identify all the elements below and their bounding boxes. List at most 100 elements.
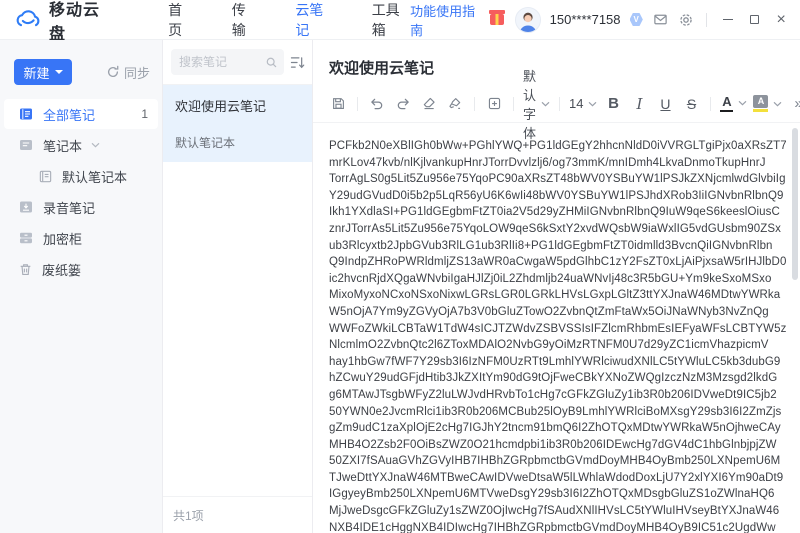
sidebar-actions: 新建 同步 bbox=[0, 59, 162, 85]
chevron-down-icon bbox=[773, 101, 782, 107]
vip-badge-icon[interactable]: V bbox=[630, 13, 643, 26]
note-body-line: TJweDttYXJnaW46MTBweCAwIDVweDtsaW5lLWhla… bbox=[329, 470, 786, 487]
notebook-icon bbox=[18, 137, 34, 153]
note-title[interactable]: 欢迎使用云笔记 bbox=[313, 40, 800, 78]
divider bbox=[710, 97, 711, 111]
chevron-down-icon bbox=[91, 142, 100, 148]
note-body-line: MixoMyxoNCxoNSxoNixwLGRsLGR0LGRkLHVsLGxp… bbox=[329, 287, 786, 304]
note-body-line: 50ZXI7fSAuaGVhZGVyIHB7IHBhZGRpbmctbGVmdD… bbox=[329, 453, 786, 470]
all-notes-icon bbox=[18, 106, 34, 122]
nav-cloud-notes[interactable]: 云笔记 bbox=[295, 0, 333, 40]
text-color-icon: A bbox=[720, 95, 733, 113]
strikethrough-button[interactable]: S bbox=[678, 92, 704, 116]
chevron-down-icon bbox=[588, 101, 597, 107]
redo-icon[interactable] bbox=[390, 92, 416, 116]
search-input[interactable] bbox=[179, 55, 265, 69]
undo-icon[interactable] bbox=[364, 92, 390, 116]
note-count-footer: 共1项 bbox=[163, 496, 312, 533]
bold-button[interactable]: B bbox=[600, 92, 626, 116]
editor-panel: 欢迎使用云笔记 bbox=[313, 40, 800, 533]
maximize-button[interactable] bbox=[745, 10, 763, 30]
note-body-line: ic2hvcnRjdXQgaWNvbiIgaHJlZj0iL2Zhdmljb24… bbox=[329, 271, 786, 288]
search-icon[interactable] bbox=[265, 56, 278, 69]
sidebar-item-safe-box[interactable]: 加密柜 bbox=[4, 223, 158, 253]
note-body-line: MHB4O2Zsb2F0OiBsZWZ0O21hcmdpbi1ib3R0b206… bbox=[329, 437, 786, 454]
sidebar-item-label: 加密柜 bbox=[43, 229, 82, 248]
note-body-line: hZCwuY29udGFjdHtib3JkZXItYm90dG9tOjFweCB… bbox=[329, 370, 786, 387]
divider bbox=[357, 97, 358, 111]
nav-toolbox[interactable]: 工具箱 bbox=[372, 0, 410, 40]
safe-box-icon bbox=[18, 230, 34, 246]
nav-home[interactable]: 首页 bbox=[168, 0, 194, 40]
note-body[interactable]: PCFkb2N0eXBlIGh0bWw+PGhlYWQ+PG1ldGEgY2hh… bbox=[313, 123, 800, 533]
sidebar-item-notebooks[interactable]: 笔记本 bbox=[4, 130, 158, 160]
sidebar-item-label: 默认笔记本 bbox=[62, 167, 127, 186]
sidebar-item-label: 废纸篓 bbox=[42, 260, 81, 279]
divider bbox=[513, 97, 514, 111]
more-tools-icon[interactable]: » bbox=[785, 92, 800, 116]
note-body-line: W5nOjA7Ym9yZGVyOjA7b3V0bGluZTowO2ZvbnQtZ… bbox=[329, 304, 786, 321]
sync-button[interactable]: 同步 bbox=[106, 63, 150, 82]
minimize-button[interactable] bbox=[719, 10, 737, 30]
divider bbox=[706, 13, 707, 27]
save-icon[interactable] bbox=[325, 92, 351, 116]
chevron-down-icon bbox=[738, 100, 747, 106]
mail-icon[interactable] bbox=[652, 12, 669, 27]
note-item-title: 欢迎使用云笔记 bbox=[175, 96, 300, 115]
sort-icon[interactable] bbox=[290, 56, 305, 69]
trash-icon bbox=[18, 262, 33, 277]
note-body-line: g6MTAwJTsgbWFyZ2luLWJvdHRvbTo1cHg7cGFkZG… bbox=[329, 387, 786, 404]
cloud-logo-icon bbox=[14, 9, 42, 30]
note-body-line: NXB4IDE1cHggNXB4IDIwcHg7IHBhZGRpbmctbGVm… bbox=[329, 520, 786, 533]
note-body-line: PCFkb2N0eXBlIGh0bWw+PGhlYWQ+PG1ldGEgY2hh… bbox=[329, 138, 786, 155]
settings-gear-icon[interactable] bbox=[678, 12, 694, 28]
main-nav: 首页 传输 云笔记 工具箱 bbox=[168, 0, 410, 40]
divider bbox=[474, 97, 475, 111]
note-body-line: hay1hbGw7fWF7Y29sb3I6IzNFM0UzRTt9LmhlYWR… bbox=[329, 354, 786, 371]
clear-format-icon[interactable] bbox=[442, 92, 468, 116]
sidebar-item-voice-notes[interactable]: 录音笔记 bbox=[4, 192, 158, 222]
sidebar-item-default-notebook[interactable]: 默认笔记本 bbox=[4, 161, 158, 191]
font-size-select[interactable]: 14 bbox=[566, 96, 600, 111]
sidebar-item-label: 笔记本 bbox=[43, 136, 82, 155]
note-body-line: WWFoZWkiLCBTaW1TdW4sICJTZWdvZSBVSSIsIFZl… bbox=[329, 321, 786, 338]
italic-button[interactable]: I bbox=[626, 92, 652, 116]
insert-icon[interactable] bbox=[481, 92, 507, 116]
note-list-header bbox=[163, 40, 312, 85]
note-list-item[interactable]: 欢迎使用云笔记 默认笔记本 bbox=[163, 85, 312, 162]
app-logo[interactable]: 移动云盘 bbox=[14, 0, 112, 44]
divider bbox=[559, 97, 560, 111]
note-body-line: TorrAgLS0g5Lit5Zu956e75YqoPC90aXRsZT48bW… bbox=[329, 171, 786, 188]
note-body-line: MjJweDsgcGFkZGluZy1sZWZ0OjIwcHg7fSAudXNl… bbox=[329, 503, 786, 520]
new-note-label: 新建 bbox=[23, 63, 49, 82]
sidebar-item-all-notes[interactable]: 全部笔记 1 bbox=[4, 99, 158, 129]
scrollbar-thumb[interactable] bbox=[792, 128, 798, 280]
content-row: 新建 同步 bbox=[0, 40, 800, 533]
sidebar-item-label: 录音笔记 bbox=[43, 198, 95, 217]
note-count-badge: 1 bbox=[141, 107, 148, 121]
new-note-button[interactable]: 新建 bbox=[14, 59, 72, 85]
nav-transfer[interactable]: 传输 bbox=[232, 0, 258, 40]
sidebar: 新建 同步 bbox=[0, 40, 163, 533]
voice-note-icon bbox=[18, 199, 34, 215]
note-icon bbox=[38, 169, 53, 184]
gift-icon[interactable] bbox=[490, 14, 503, 25]
sync-icon bbox=[106, 65, 120, 79]
eraser-icon[interactable] bbox=[416, 92, 442, 116]
note-body-line: Q9IndpZHRoPWRldmljZS13aWR0aCwgaW5pdGlhbC… bbox=[329, 254, 786, 271]
header-right: 功能使用指南 150****7158 V bbox=[410, 1, 790, 39]
underline-button[interactable]: U bbox=[652, 92, 678, 116]
sync-label: 同步 bbox=[124, 63, 150, 82]
note-list-panel: 欢迎使用云笔记 默认笔记本 共1项 bbox=[163, 40, 313, 533]
close-button[interactable]: × bbox=[772, 10, 790, 30]
account-phone[interactable]: 150****7158 bbox=[550, 12, 621, 27]
note-body-line: 50YWN0e2JvcmRlci1ib3R0b206MCBub25lOyB9Lm… bbox=[329, 404, 786, 421]
highlight-color-button[interactable]: A bbox=[750, 95, 785, 112]
app-title: 移动云盘 bbox=[49, 0, 112, 44]
note-item-notebook: 默认笔记本 bbox=[175, 134, 300, 151]
highlight-color-icon: A bbox=[753, 95, 768, 112]
sidebar-item-trash[interactable]: 废纸篓 bbox=[4, 254, 158, 284]
feature-guide-link[interactable]: 功能使用指南 bbox=[410, 1, 479, 39]
text-color-button[interactable]: A bbox=[717, 95, 750, 113]
avatar[interactable] bbox=[515, 7, 541, 33]
